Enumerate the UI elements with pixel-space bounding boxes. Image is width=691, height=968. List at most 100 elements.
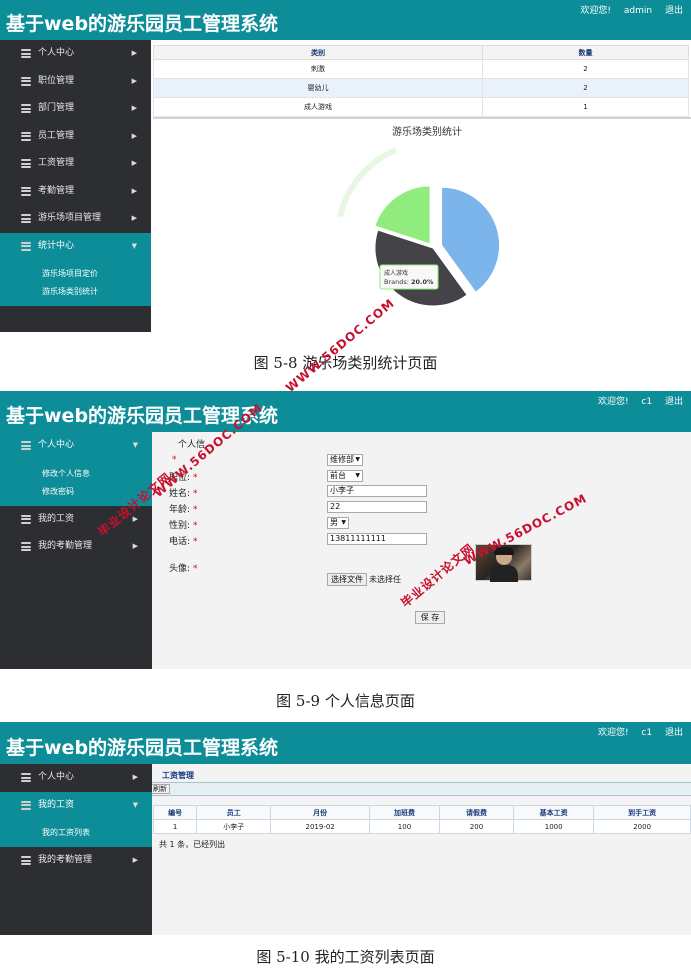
- choose-file-button[interactable]: 选择文件: [327, 573, 367, 586]
- sidebar-item[interactable]: 考勤管理 ▶: [0, 178, 151, 206]
- table-row[interactable]: 1 小李子 2019-02 100 200 1000 2000: [152, 819, 691, 834]
- chart-title: 游乐场类别统计: [392, 125, 462, 138]
- category-table: 类别 数量 刺激 2 婴幼儿 2 成人游戏 1: [153, 45, 689, 117]
- caret-right-icon: ▶: [132, 542, 138, 550]
- cell-count: 1: [482, 97, 689, 117]
- save-button[interactable]: 保 存: [415, 611, 445, 624]
- sidebar-item-label: 游乐场项目管理: [38, 213, 102, 223]
- stack-icon: [21, 773, 31, 782]
- stack-icon: [21, 441, 31, 450]
- table-cell: 100: [369, 819, 440, 834]
- sidebar-item[interactable]: 工资管理 ▶: [0, 150, 151, 178]
- logout-link[interactable]: 退出: [665, 397, 683, 407]
- cell-category: 成人游戏: [153, 97, 483, 117]
- submenu-item[interactable]: 游乐场项目定价: [0, 265, 151, 283]
- sidebar: 个人中心 ▼ 修改个人信息 修改密码 我的工资 ▶ 我的考勤管理 ▶: [0, 432, 152, 669]
- name-input[interactable]: 小李子: [327, 485, 427, 497]
- top-nav: 欢迎您! admin 退出: [570, 3, 683, 16]
- sidebar: 个人中心 ▶ 我的工资 ▼ 我的工资列表我的考勤管理 ▶: [0, 764, 152, 935]
- position-select[interactable]: 前台 ▼: [327, 470, 363, 482]
- sidebar-item[interactable]: 个人中心 ▶: [0, 40, 151, 68]
- phone-label: 电话: *: [169, 537, 198, 547]
- logout-link[interactable]: 退出: [665, 6, 683, 16]
- caret-right-icon: ▶: [131, 214, 137, 222]
- table-cell: 2000: [593, 819, 691, 834]
- app-title: 基于web的游乐园员工管理系统: [6, 13, 279, 35]
- submenu-item[interactable]: 修改个人信息: [0, 465, 152, 483]
- refresh-button[interactable]: 刷新: [152, 784, 170, 794]
- sidebar-item[interactable]: 部门管理 ▶: [0, 95, 151, 123]
- stack-icon: [21, 186, 31, 196]
- sidebar-item-label: 统计中心: [38, 240, 75, 251]
- stack-icon: [21, 514, 31, 524]
- table-row[interactable]: 婴幼儿 2: [153, 78, 689, 98]
- sidebar-item-label: 考勤管理: [38, 185, 75, 196]
- stack-icon: [21, 49, 31, 58]
- col-header: 编号: [152, 805, 198, 820]
- cell-category: 刺激: [153, 59, 483, 79]
- svg-text:Brands: 20.0%: Brands: 20.0%: [384, 278, 434, 286]
- sidebar: 个人中心 ▶ 职位管理 ▶ 部门管理 ▶ 员工管理 ▶ 工资管理 ▶ 考勤管理 ▶ 游乐场项目管理 ▶ 统计…: [0, 40, 151, 332]
- phone-input[interactable]: 13811111111: [327, 533, 427, 545]
- table-cell: 200: [438, 819, 515, 834]
- file-status-text: 未选择任: [369, 575, 401, 584]
- table-row[interactable]: 刺激 2: [153, 59, 689, 79]
- logout-link[interactable]: 退出: [665, 728, 683, 738]
- username-link[interactable]: admin: [624, 6, 652, 16]
- caret-down-icon: ▼: [132, 441, 138, 449]
- salary-content: 工资管理 刷新 编号 员工 月份 加班费 请假费 基本工资 到手工资 1 小李子 2019-02…: [152, 764, 691, 935]
- top-nav: 欢迎您! c1 退出: [588, 725, 683, 738]
- stack-icon: [21, 856, 31, 865]
- sidebar-item[interactable]: 个人中心 ▼: [0, 432, 152, 460]
- sidebar-item[interactable]: 游乐场项目管理 ▶: [0, 205, 151, 233]
- app-header: 基于web的游乐园员工管理系统 欢迎您! c1 退出: [0, 391, 691, 432]
- sidebar-item[interactable]: 统计中心 ▼: [0, 232, 151, 260]
- stack-icon: [21, 159, 31, 168]
- sidebar-item[interactable]: 我的考勤管理 ▶: [0, 533, 152, 561]
- caret-right-icon: ▶: [131, 186, 137, 195]
- list-summary: 共 1 条，已经列出: [159, 840, 226, 849]
- submenu-item[interactable]: 游乐场类别统计: [0, 283, 151, 301]
- sidebar-item-label: 部门管理: [38, 103, 75, 113]
- stack-icon: [21, 76, 31, 86]
- sidebar-item-label: 个人中心: [38, 440, 75, 450]
- dept-select[interactable]: 维修部 ▼: [327, 454, 363, 466]
- caption-figure-5-9: 图 5-9 个人信息页面: [276, 692, 415, 710]
- age-input[interactable]: 22: [327, 501, 427, 513]
- submenu: 游乐场项目定价 游乐场类别统计: [0, 260, 151, 306]
- gender-label: 性别: *: [169, 521, 198, 531]
- age-label: 年龄: *: [169, 505, 198, 515]
- caret-right-icon: ▶: [132, 773, 138, 781]
- stack-icon: [21, 241, 31, 251]
- sidebar-item[interactable]: 员工管理 ▶: [0, 123, 151, 151]
- sidebar-item[interactable]: 我的考勤管理 ▶: [0, 847, 152, 875]
- sidebar-item-label: 个人中心: [38, 772, 75, 782]
- sidebar-item[interactable]: 我的工资 ▼: [0, 791, 152, 819]
- pie-chart: 游乐场类别统计 成人游戏 Brands: 20.0%: [337, 125, 501, 307]
- username-link[interactable]: c1: [641, 397, 652, 407]
- cell-count: 2: [482, 78, 689, 98]
- submenu-item[interactable]: 我的工资列表: [0, 824, 152, 842]
- sidebar-item[interactable]: 个人中心 ▶: [0, 764, 152, 792]
- sidebar-item-label: 职位管理: [38, 75, 75, 86]
- welcome-text: 欢迎您!: [597, 397, 629, 407]
- stack-icon: [21, 104, 31, 113]
- section-title: 工资管理: [162, 771, 194, 780]
- sidebar-item[interactable]: 职位管理 ▶: [0, 68, 151, 96]
- salary-table: 编号 员工 月份 加班费 请假费 基本工资 到手工资 1 小李子 2019-02 100 200 10…: [152, 805, 691, 834]
- stack-icon: [21, 131, 31, 141]
- app-header: 基于web的游乐园员工管理系统 欢迎您! c1 退出: [0, 722, 691, 764]
- col-header: 加班费: [369, 805, 440, 820]
- tooltip-series: Brands: [384, 278, 407, 286]
- stack-icon: [21, 214, 31, 223]
- gender-select[interactable]: 男 ▼: [327, 517, 349, 529]
- sidebar-item-label: 我的考勤管理: [38, 855, 93, 865]
- table-row[interactable]: 成人游戏 1: [153, 97, 689, 117]
- cell-category: 婴幼儿: [153, 78, 483, 98]
- username-link[interactable]: c1: [641, 728, 652, 738]
- col-header: 基本工资: [513, 805, 595, 820]
- dept-label: *: [172, 455, 177, 465]
- sidebar-item-label: 我的工资: [38, 799, 75, 810]
- col-header-category: 类别: [153, 45, 483, 60]
- caret-right-icon: ▶: [132, 856, 138, 864]
